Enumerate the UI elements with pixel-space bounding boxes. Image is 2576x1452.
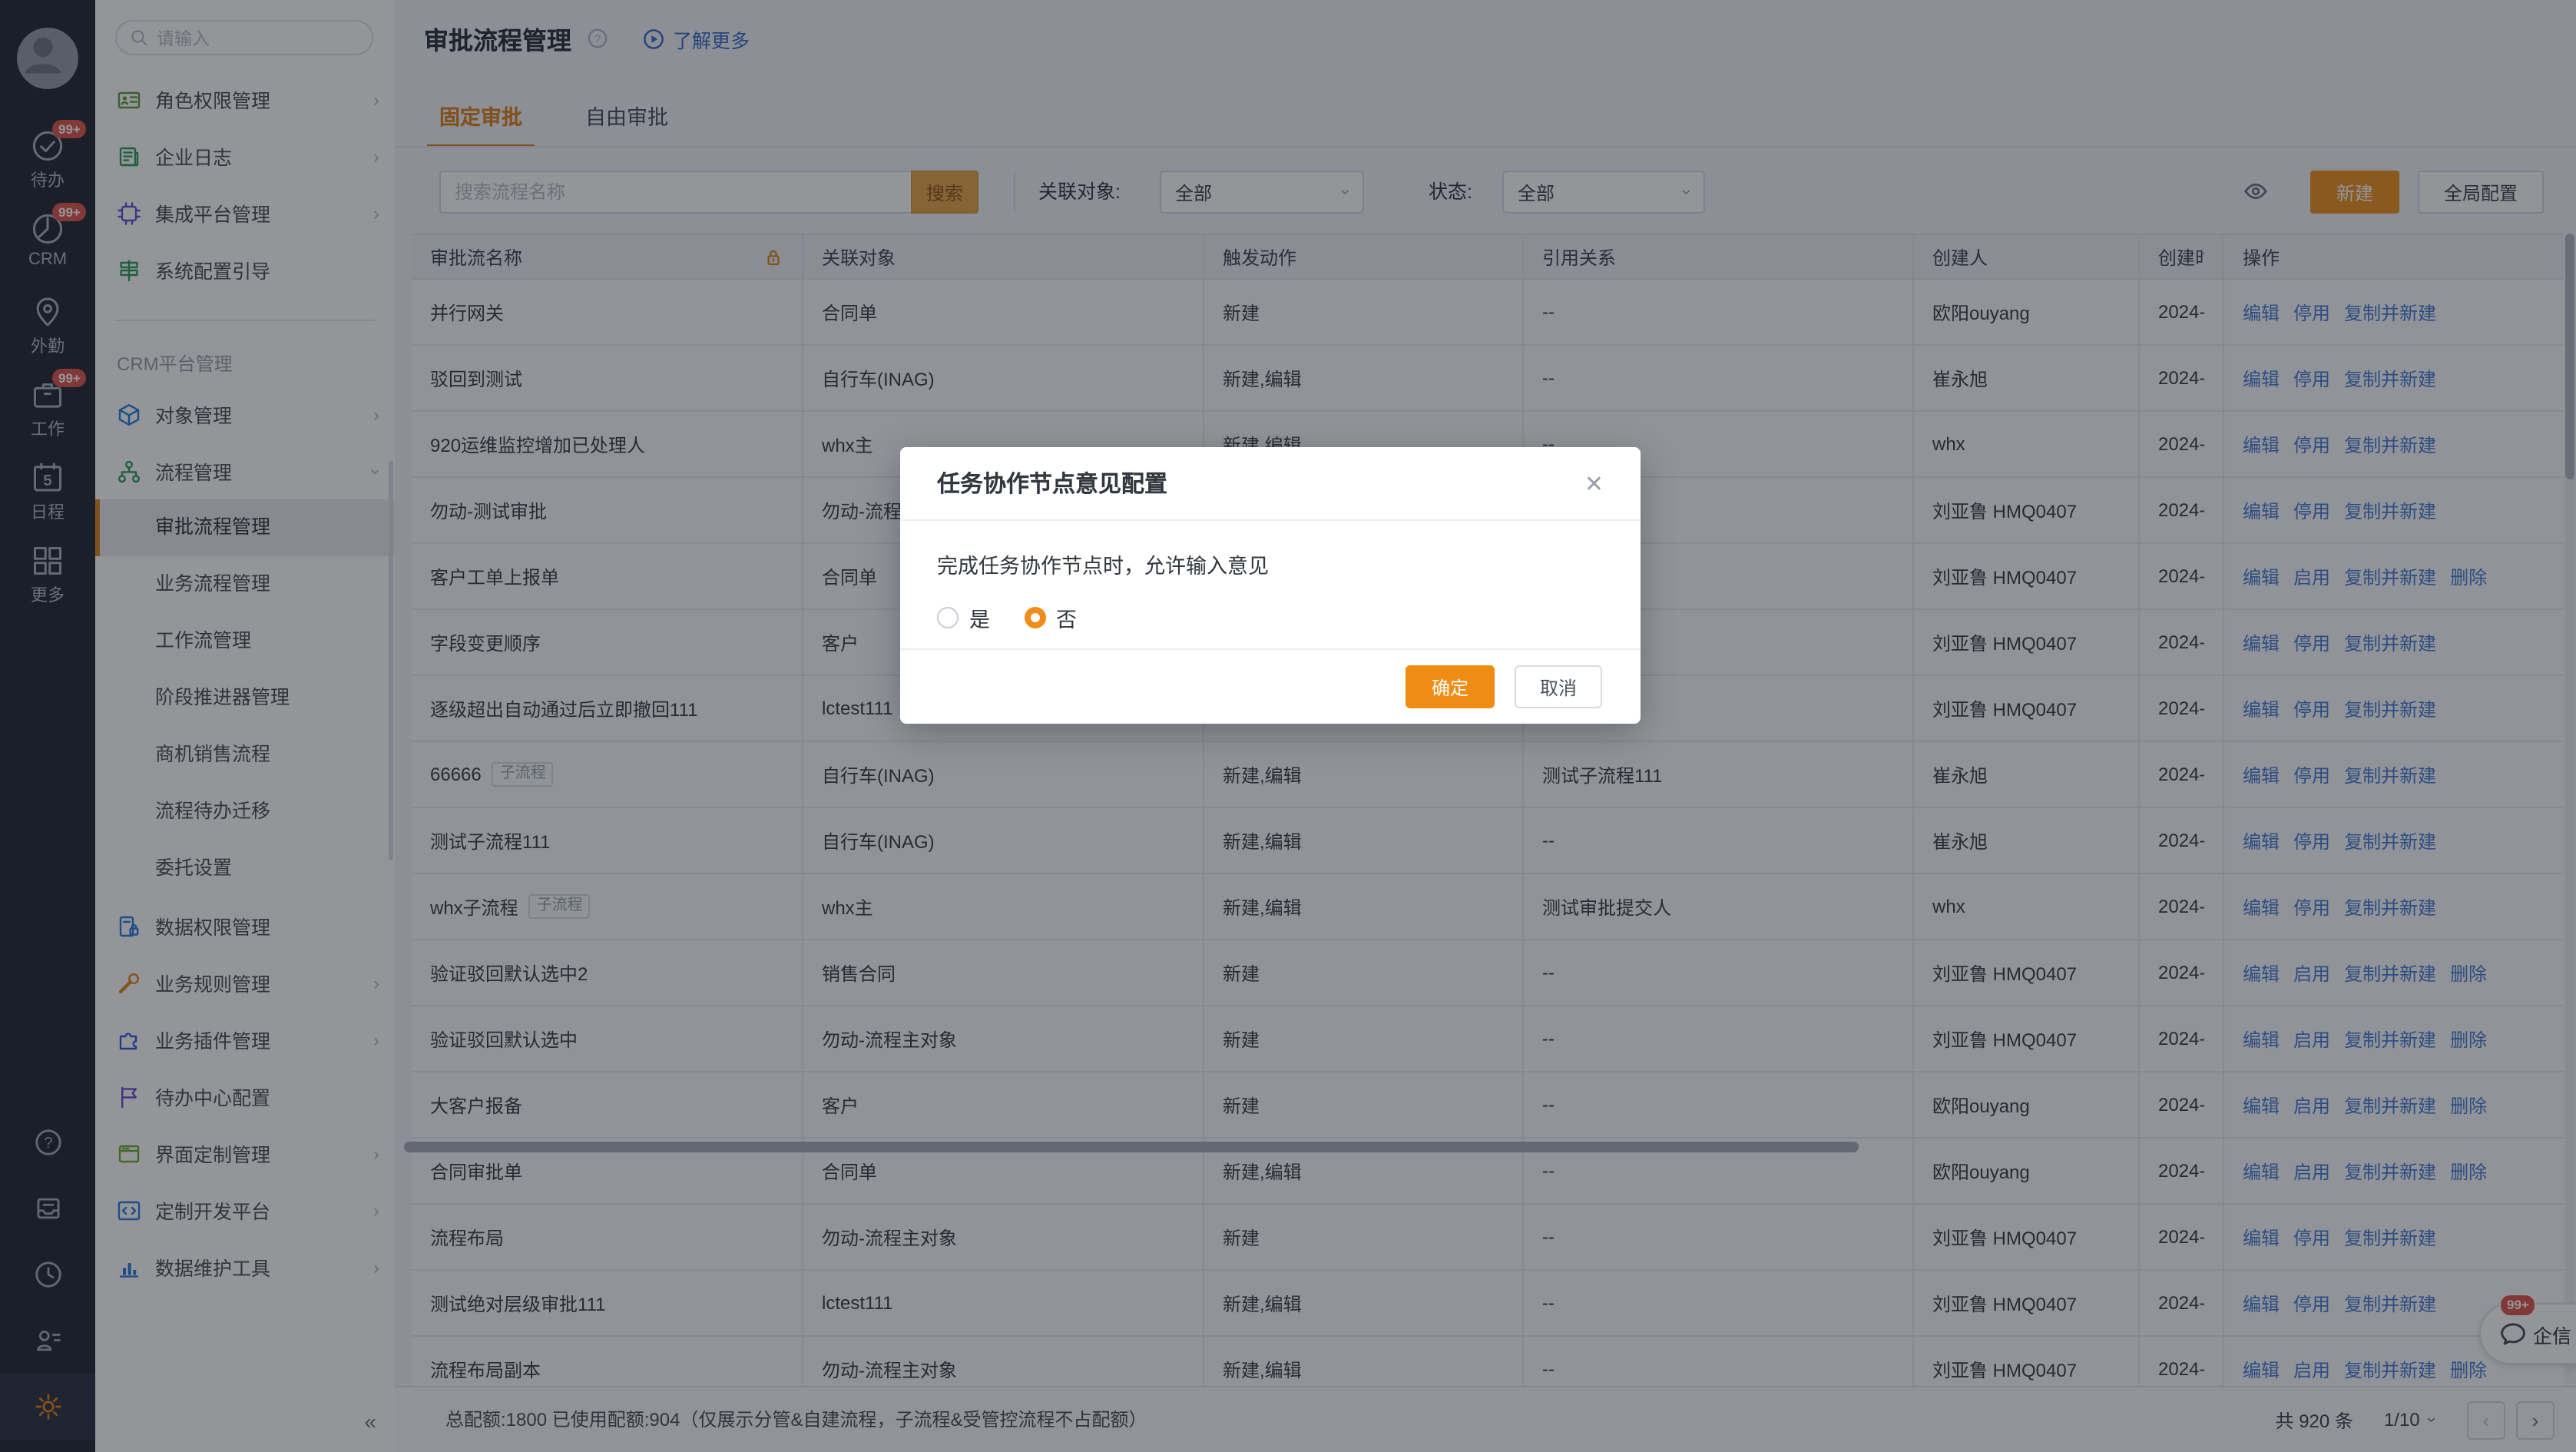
radio-option-是[interactable]: 是 xyxy=(937,602,990,633)
task-collab-opinion-dialog: 任务协作节点意见配置 ✕ 完成任务协作节点时，允许输入意见 是否 确定 取消 xyxy=(900,447,1641,724)
cancel-button[interactable]: 取消 xyxy=(1515,665,1602,708)
dialog-title: 任务协作节点意见配置 xyxy=(937,467,1584,499)
radio-group: 是否 xyxy=(937,602,1604,633)
confirm-button[interactable]: 确定 xyxy=(1406,665,1495,708)
radio-label: 是 xyxy=(969,602,990,633)
radio-selected-icon xyxy=(1024,607,1045,628)
radio-option-否[interactable]: 否 xyxy=(1024,602,1077,633)
dialog-question: 完成任务协作节点时，允许输入意见 xyxy=(937,549,1604,579)
modal-backdrop xyxy=(0,0,2576,1452)
app-root: 99+待办99+CRM外勤99+工作5日程更多 ? 请输入 角色权限管理›企业日… xyxy=(0,0,2576,1452)
radio-unselected-icon xyxy=(937,607,959,628)
radio-label: 否 xyxy=(1056,602,1077,633)
close-icon[interactable]: ✕ xyxy=(1584,469,1604,497)
